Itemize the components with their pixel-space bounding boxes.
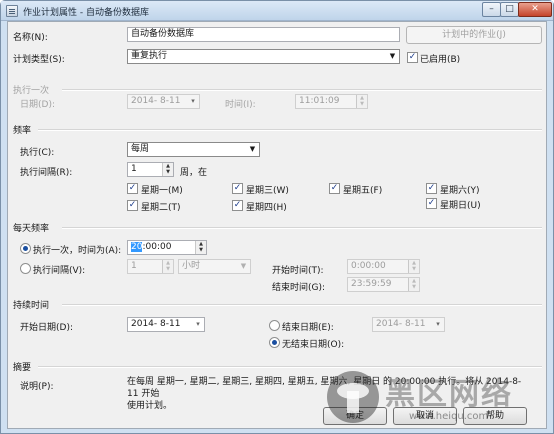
- once-date-value: 2014- 8-11: [131, 96, 181, 106]
- daily-once-radio[interactable]: [20, 243, 31, 254]
- spinner-icon: ▲ ▼: [162, 163, 173, 176]
- scheduled-jobs-button[interactable]: 计划中的作业(J): [406, 26, 542, 44]
- day-checkbox-thursday[interactable]: ✓: [232, 200, 243, 211]
- start-time-label: 开始时间(T):: [272, 266, 324, 276]
- start-time-input[interactable]: 0:00:00 ▲ ▼: [347, 259, 420, 274]
- daily-interval-radio[interactable]: [20, 263, 31, 274]
- daily-interval-unit-select[interactable]: 小时 ▼: [178, 259, 251, 274]
- end-date-label: 结束日期(E):: [282, 323, 334, 333]
- day-checkbox-friday[interactable]: ✓: [329, 183, 340, 194]
- daily-interval-label: 执行间隔(V):: [33, 266, 86, 276]
- day-label-wednesday: 星期三(W): [246, 186, 289, 196]
- spinner-icon: ▲ ▼: [408, 260, 419, 273]
- no-end-date-label: 无结束日期(O):: [282, 340, 345, 350]
- enabled-label: 已启用(B): [420, 55, 461, 65]
- description-line: 在每周 星期一, 星期二, 星期三, 星期四, 星期五, 星期六, 星期日 的 …: [127, 377, 522, 399]
- help-button[interactable]: 帮助: [463, 407, 527, 425]
- section-daily-frequency: 每天频率: [13, 224, 50, 234]
- chevron-down-icon: ▼: [389, 52, 396, 60]
- spinner-icon: ▲ ▼: [408, 278, 419, 291]
- no-end-date-radio[interactable]: [269, 337, 280, 348]
- recurs-label: 执行间隔(R):: [20, 168, 73, 178]
- day-label-monday: 星期一(M): [141, 186, 183, 196]
- separator: [62, 89, 542, 90]
- start-date-input[interactable]: 2014- 8-11 ▾: [127, 317, 205, 332]
- start-time-value: 0:00:00: [351, 261, 386, 271]
- once-time-value: 11:01:09: [299, 96, 340, 106]
- end-date-value: 2014- 8-11: [376, 319, 426, 329]
- section-duration: 持续时间: [13, 301, 50, 311]
- once-time-input[interactable]: 11:01:09 ▲ ▼: [295, 94, 368, 109]
- daily-once-label: 执行一次，时间为(A):: [33, 246, 122, 256]
- schedule-type-value: 重复执行: [131, 51, 168, 61]
- day-checkbox-monday[interactable]: ✓: [127, 183, 138, 194]
- maximize-button[interactable]: □: [500, 2, 519, 17]
- day-label-thursday: 星期四(H): [246, 203, 287, 213]
- occurs-value: 每周: [131, 144, 150, 154]
- end-date-input[interactable]: 2014- 8-11 ▾: [372, 317, 445, 332]
- recurs-spinner[interactable]: 1 ▲ ▼: [127, 162, 174, 177]
- schedule-type-label: 计划类型(S):: [13, 55, 65, 65]
- end-date-radio[interactable]: [269, 320, 280, 331]
- chevron-down-icon: ▼: [249, 145, 256, 153]
- window-title: 作业计划属性 - 自动备份数据库: [23, 8, 149, 18]
- spinner-icon: ▲ ▼: [356, 95, 367, 108]
- once-date-input[interactable]: 2014- 8-11 ▾: [127, 94, 200, 109]
- recurs-unit: 周，在: [180, 168, 208, 178]
- name-label: 名称(N):: [13, 33, 48, 43]
- section-once: 执行一次: [13, 86, 50, 96]
- dialog-window: 作业计划属性 - 自动备份数据库 – □ ✕ 名称(N): 自动备份数据库 计划…: [0, 0, 554, 434]
- section-summary: 摘要: [13, 363, 32, 373]
- title-bar[interactable]: 作业计划属性 - 自动备份数据库 – □ ✕: [1, 1, 553, 21]
- separator: [38, 129, 542, 130]
- schedule-type-select[interactable]: 重复执行 ▼: [127, 49, 400, 64]
- day-checkbox-sunday[interactable]: ✓: [426, 198, 437, 209]
- occurs-label: 执行(C):: [20, 148, 55, 158]
- daily-once-time-rest: :00:00: [142, 242, 172, 252]
- day-label-tuesday: 星期二(T): [141, 203, 181, 213]
- window-icon: [6, 5, 18, 17]
- calendar-icon: ▾: [436, 320, 440, 328]
- chevron-down-icon: ▼: [240, 262, 247, 270]
- day-label-sunday: 星期日(U): [440, 201, 481, 211]
- daily-interval-unit: 小时: [182, 261, 201, 271]
- daily-once-time-selected: 20: [131, 242, 143, 252]
- start-date-value: 2014- 8-11: [131, 319, 181, 329]
- day-checkbox-wednesday[interactable]: ✓: [232, 183, 243, 194]
- separator: [38, 366, 542, 367]
- day-label-saturday: 星期六(Y): [440, 186, 480, 196]
- spinner-icon: ▲ ▼: [162, 260, 173, 273]
- description-label: 说明(P):: [20, 382, 54, 392]
- start-date-label: 开始日期(D):: [20, 323, 73, 333]
- enabled-checkbox[interactable]: ✓: [407, 52, 418, 63]
- name-input[interactable]: 自动备份数据库: [127, 27, 400, 42]
- end-time-value: 23:59:59: [351, 279, 392, 289]
- daily-interval-spinner[interactable]: 1 ▲ ▼: [127, 259, 174, 274]
- daily-interval-value: 1: [131, 261, 137, 271]
- end-time-input[interactable]: 23:59:59 ▲ ▼: [347, 277, 420, 292]
- ok-button[interactable]: 确定: [323, 407, 387, 425]
- recurs-value: 1: [131, 164, 137, 174]
- cancel-button[interactable]: 取消: [393, 407, 457, 425]
- day-checkbox-saturday[interactable]: ✓: [426, 183, 437, 194]
- spinner-icon: ▲ ▼: [195, 241, 206, 254]
- close-button[interactable]: ✕: [518, 2, 552, 17]
- minimize-button[interactable]: –: [482, 2, 501, 17]
- dialog-body: 名称(N): 自动备份数据库 计划中的作业(J) 计划类型(S): 重复执行 ▼…: [7, 21, 547, 429]
- once-date-label: 日期(D):: [20, 100, 55, 110]
- day-label-friday: 星期五(F): [343, 186, 383, 196]
- day-checkbox-tuesday[interactable]: ✓: [127, 200, 138, 211]
- calendar-icon: ▾: [196, 320, 200, 328]
- occurs-select[interactable]: 每周 ▼: [127, 142, 260, 157]
- end-time-label: 结束时间(G):: [272, 283, 326, 293]
- separator: [62, 227, 542, 228]
- separator: [62, 304, 542, 305]
- section-frequency: 频率: [13, 126, 32, 136]
- daily-once-time-input[interactable]: 20:00:00 ▲ ▼: [127, 240, 207, 255]
- once-time-label: 时间(I):: [225, 100, 256, 110]
- calendar-icon: ▾: [191, 97, 195, 105]
